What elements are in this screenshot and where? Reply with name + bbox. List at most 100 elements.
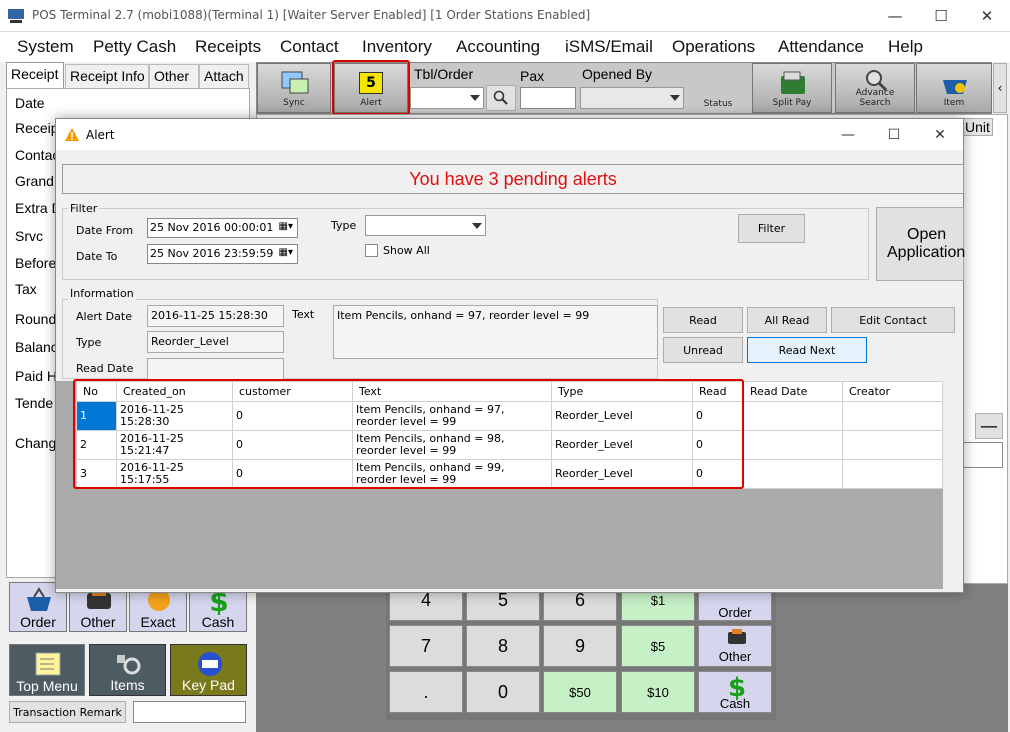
key-7[interactable]: 7 (389, 625, 463, 667)
menu-attendance[interactable]: Attendance (778, 37, 864, 57)
read-next-button[interactable]: Read Next (747, 337, 867, 363)
pax-label: Pax (520, 68, 545, 84)
key-pad-button[interactable]: Key Pad (170, 644, 247, 696)
menu-isms-email[interactable]: iSMS/Email (565, 37, 653, 57)
alert-text-area[interactable]: Item Pencils, onhand = 97, reorder level… (333, 305, 658, 359)
menu-bar: System Petty Cash Receipts Contact Inven… (0, 32, 1010, 62)
filter-button[interactable]: Filter (738, 214, 805, 243)
unit-column-header: Unit (962, 118, 993, 136)
tbl-search-button[interactable] (486, 85, 516, 111)
app-icon (8, 9, 24, 23)
window-title-bar: POS Terminal 2.7 (mobi1088)(Terminal 1) … (0, 0, 1010, 32)
cell-creator[interactable] (842, 401, 943, 431)
date-from-picker[interactable]: 25 Nov 2016 00:00:01 ▦▾ (147, 218, 298, 238)
sync-icon (281, 71, 309, 94)
cell-read-date[interactable] (743, 401, 843, 431)
key-0[interactable]: 0 (466, 671, 540, 713)
read-date-label: Read Date (76, 362, 134, 375)
svg-text:$: $ (728, 673, 746, 700)
column-header-read-date[interactable]: Read Date (743, 381, 843, 402)
keypad-other-button[interactable]: Other (698, 625, 772, 667)
pax-input[interactable] (520, 87, 576, 109)
dollar-icon: $ (728, 673, 746, 700)
text-label: Text (292, 308, 315, 321)
information-group-label: Information (68, 287, 136, 300)
alert-date-value: 2016-11-25 15:28:30 (147, 305, 284, 327)
dialog-close-button[interactable]: ✕ (917, 119, 963, 150)
item-button[interactable]: Item (916, 63, 992, 113)
minus-button[interactable]: — (975, 413, 1003, 439)
menu-contact[interactable]: Contact (280, 37, 339, 57)
cell-creator[interactable] (842, 459, 943, 489)
date-from-label: Date From (76, 224, 134, 237)
menu-operations[interactable]: Operations (672, 37, 755, 57)
transaction-remark-button[interactable]: Transaction Remark (9, 701, 126, 723)
date-to-picker[interactable]: 25 Nov 2016 23:59:59 ▦▾ (147, 244, 298, 264)
field-tendered-label: Tende (15, 395, 54, 411)
menu-system[interactable]: System (17, 37, 74, 57)
field-balance-label: Balanc (15, 339, 58, 355)
toolbar-scroll-left-button[interactable]: ‹ (993, 63, 1007, 113)
key-dot[interactable]: . (389, 671, 463, 713)
menu-receipts[interactable]: Receipts (195, 37, 261, 57)
key-10-dollar[interactable]: $10 (621, 671, 695, 713)
keyboard-icon (198, 652, 222, 676)
grid-highlight (73, 379, 744, 489)
read-button[interactable]: Read (663, 307, 743, 333)
field-change-label: Chang (15, 435, 57, 451)
maximize-button[interactable]: ☐ (918, 0, 964, 32)
key-9[interactable]: 9 (543, 625, 617, 667)
dialog-maximize-button[interactable]: ☐ (871, 119, 917, 150)
opened-by-label: Opened By (582, 66, 653, 82)
top-menu-button[interactable]: Top Menu (9, 644, 85, 696)
pending-alerts-banner: You have 3 pending alerts (62, 164, 964, 194)
calendar-icon: ▦▾ (278, 221, 293, 232)
tab-other[interactable]: Other (149, 64, 199, 88)
key-8[interactable]: 8 (466, 625, 540, 667)
menu-help[interactable]: Help (888, 37, 923, 57)
minimize-button[interactable]: — (872, 0, 918, 32)
split-pay-button[interactable]: Split Pay (752, 63, 832, 113)
gear-icon (117, 655, 141, 675)
field-receipt-label: Receip (15, 120, 59, 136)
alerts-grid: No Created_on customer Text Type Read Re… (56, 379, 943, 589)
tbl-order-select[interactable] (410, 87, 484, 109)
qty-input[interactable] (963, 442, 1003, 468)
cell-read-date[interactable] (743, 430, 843, 460)
tab-attach[interactable]: Attach (199, 64, 249, 88)
status-button[interactable]: Status (686, 63, 750, 113)
menu-inventory[interactable]: Inventory (362, 37, 432, 57)
cell-creator[interactable] (842, 430, 943, 460)
unread-button[interactable]: Unread (663, 337, 743, 363)
all-read-button[interactable]: All Read (747, 307, 827, 333)
chevron-down-icon (670, 95, 680, 101)
tab-receipt-info[interactable]: Receipt Info (65, 64, 149, 88)
alert-dialog-title: Alert (86, 128, 115, 142)
sync-button[interactable]: Sync (257, 63, 331, 113)
keypad-cash-button[interactable]: $ Cash (698, 671, 772, 713)
wallet-icon (781, 71, 805, 94)
key-50-dollar[interactable]: $50 (543, 671, 617, 713)
cell-read-date[interactable] (743, 459, 843, 489)
alert-dialog-title-bar: Alert — ☐ ✕ (56, 119, 963, 150)
transaction-remark-input[interactable] (133, 701, 246, 723)
key-5-dollar[interactable]: $5 (621, 625, 695, 667)
dialog-minimize-button[interactable]: — (825, 119, 871, 150)
advance-search-button[interactable]: Advance Search (835, 63, 915, 113)
menu-petty-cash[interactable]: Petty Cash (93, 37, 176, 57)
opened-by-select[interactable] (580, 87, 684, 109)
open-application-button[interactable]: Open Application (876, 207, 965, 281)
menu-accounting[interactable]: Accounting (456, 37, 540, 57)
close-button[interactable]: ✕ (964, 0, 1010, 32)
basket-icon (943, 80, 967, 94)
field-paid-label: Paid H (15, 368, 58, 384)
items-button[interactable]: Items (89, 644, 166, 696)
edit-contact-button[interactable]: Edit Contact (831, 307, 955, 333)
show-all-checkbox[interactable] (365, 244, 378, 257)
type-filter-select[interactable] (365, 215, 486, 236)
column-header-creator[interactable]: Creator (842, 381, 943, 402)
chevron-down-icon (472, 222, 482, 229)
tab-receipt[interactable]: Receipt (6, 62, 64, 88)
left-tab-strip: Receipt Receipt Info Other Attach (6, 62, 249, 88)
calendar-icon: ▦▾ (278, 247, 293, 258)
